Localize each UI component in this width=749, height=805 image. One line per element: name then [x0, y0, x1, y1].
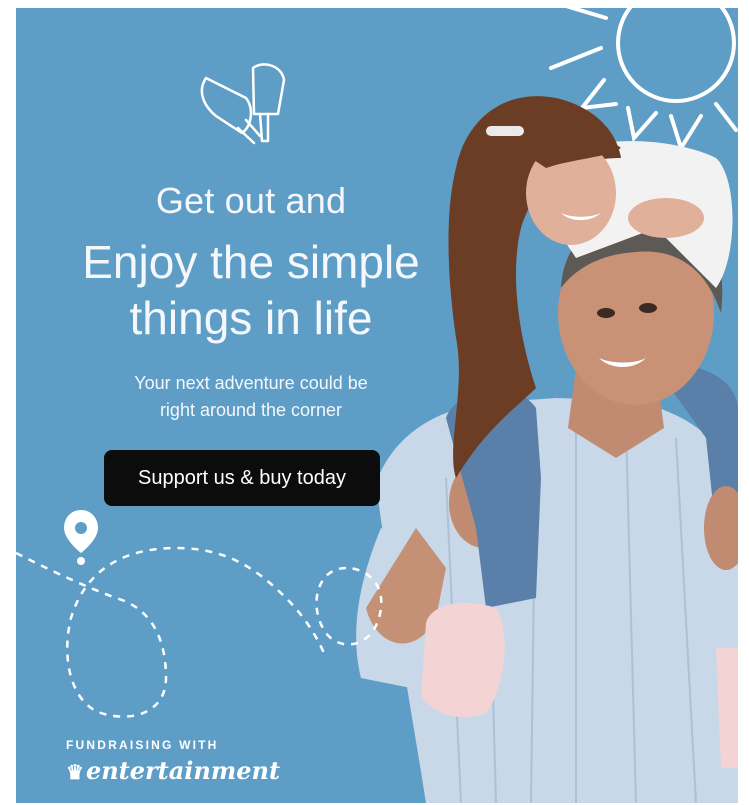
ad-card: Get out and Enjoy the simple things in l…	[16, 8, 738, 803]
crown-icon: ♛	[66, 760, 84, 784]
entertainment-logo-text: entertainment	[85, 756, 281, 785]
headline-line2: Enjoy the simple	[82, 236, 420, 288]
entertainment-logo: ♛entertainment	[66, 756, 280, 785]
headline-line3: things in life	[129, 292, 373, 344]
branding-caption: FUNDRAISING WITH	[66, 738, 219, 752]
headline-main: Enjoy the simple things in life	[16, 234, 486, 346]
ad-copy: Get out and Enjoy the simple things in l…	[16, 8, 486, 803]
headline-line1: Get out and	[155, 180, 347, 221]
subtitle-line1: Your next adventure could be	[134, 373, 368, 393]
support-buy-button[interactable]: Support us & buy today	[104, 450, 380, 506]
subtitle-line2: right around the corner	[159, 400, 343, 420]
subtitle: Your next adventure could be right aroun…	[16, 370, 486, 424]
